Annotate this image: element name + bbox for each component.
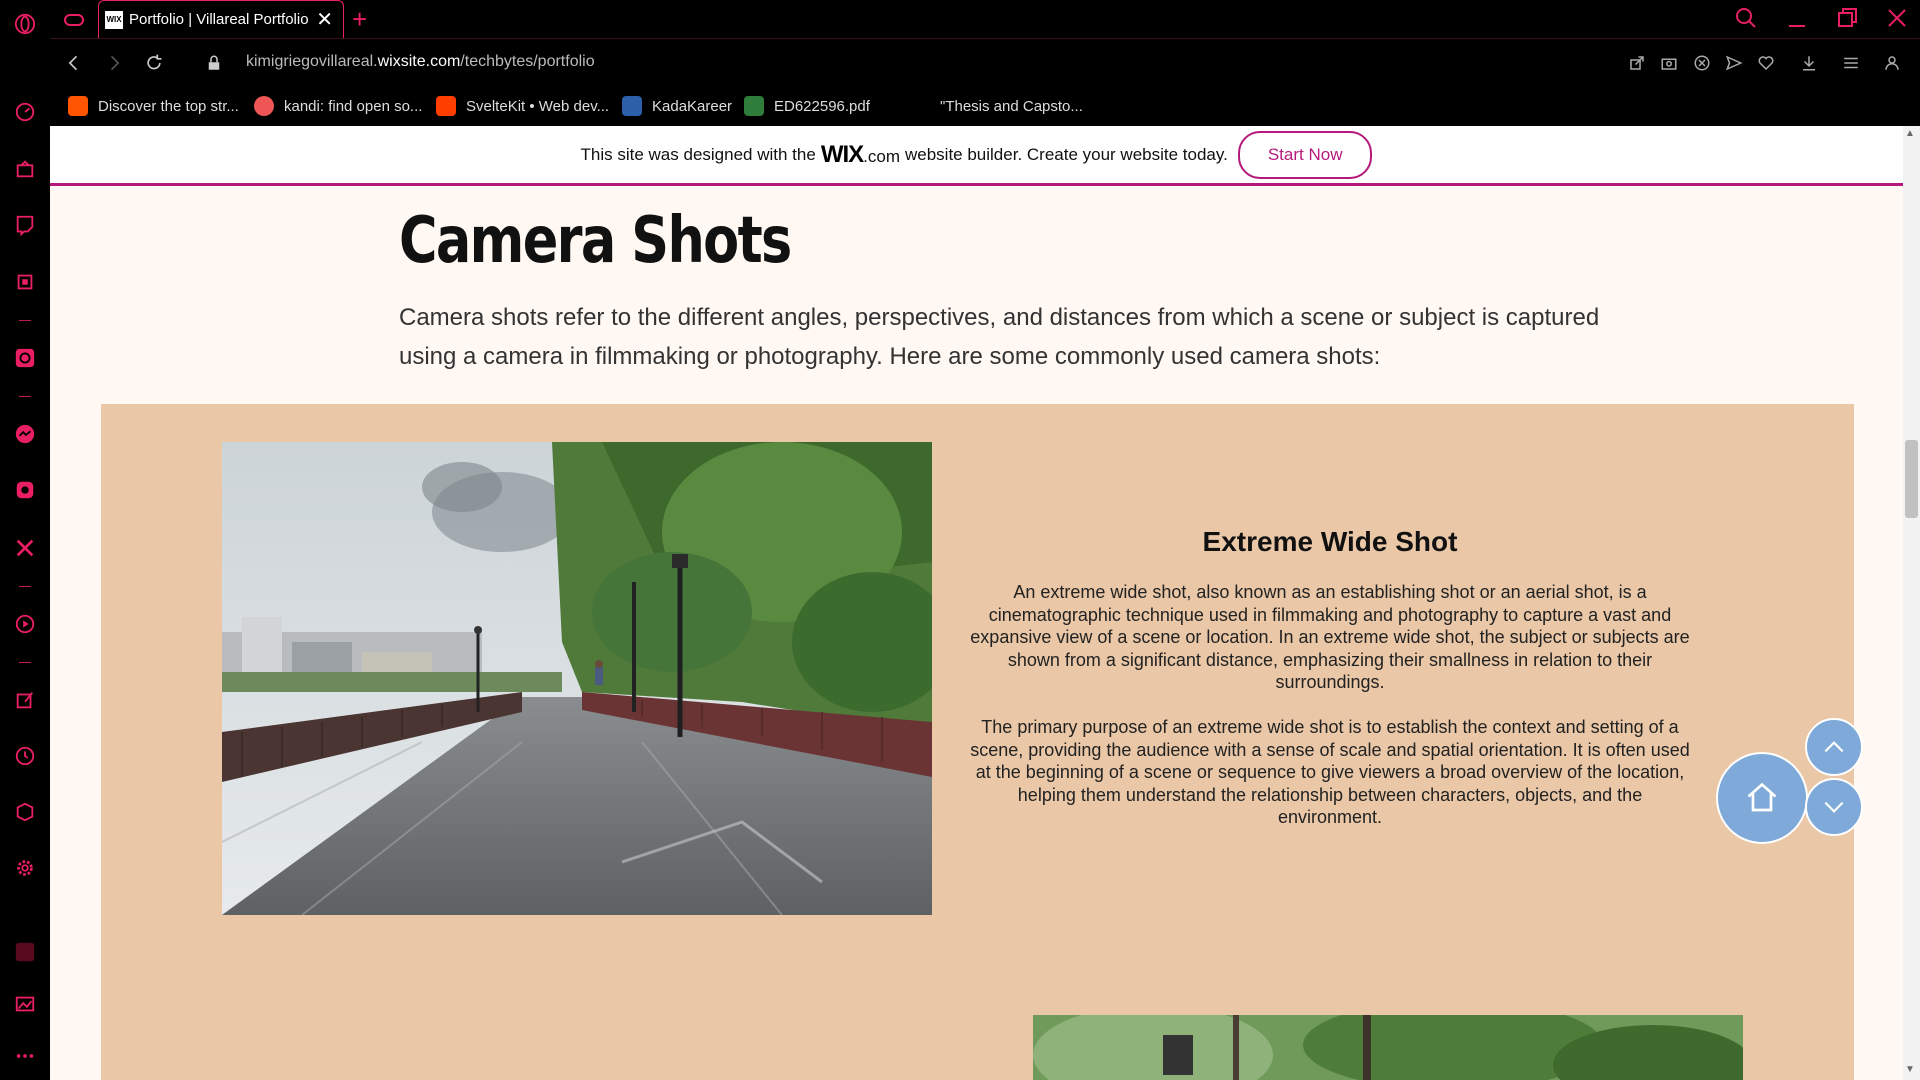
close-window-icon[interactable] — [1885, 6, 1909, 30]
page-viewport: This site was designed with the WIX.com … — [50, 126, 1903, 1080]
scroll-down-arrow-icon[interactable]: ▼ — [1905, 1064, 1915, 1075]
pinboard-icon[interactable] — [13, 688, 37, 712]
restore-icon[interactable] — [1835, 6, 1859, 30]
url-field[interactable]: kimigriegovillareal.wixsite.com/techbyte… — [246, 53, 595, 71]
search-icon[interactable] — [1734, 6, 1758, 30]
gallery-icon[interactable] — [13, 992, 37, 1016]
player-icon[interactable] — [13, 612, 37, 636]
heart-icon[interactable] — [1754, 51, 1778, 75]
home-button[interactable] — [1716, 752, 1808, 844]
twitch-icon[interactable] — [13, 213, 37, 237]
blank-icon — [910, 96, 930, 116]
page-title: Camera Shots — [399, 204, 792, 278]
profile-icon[interactable] — [1880, 51, 1904, 75]
extreme-wide-shot-photo — [222, 442, 932, 915]
svelte-icon — [436, 96, 456, 116]
bookmark-item[interactable]: Discover the top str... — [68, 96, 239, 116]
tab-title: Portfolio | Villareal Portfolio — [129, 11, 309, 28]
x-twitter-icon[interactable] — [13, 536, 37, 560]
lock-icon[interactable] — [202, 51, 226, 75]
bookmark-item[interactable]: kandi: find open so... — [254, 96, 422, 116]
kandi-icon — [254, 96, 274, 116]
chevron-down-icon — [1824, 801, 1844, 813]
scrollbar-thumb[interactable] — [1905, 440, 1918, 518]
share-icon[interactable] — [1625, 51, 1649, 75]
bookmark-item[interactable]: SvelteKit • Web dev... — [436, 96, 609, 116]
gamepad-icon[interactable] — [62, 8, 86, 32]
history-icon[interactable] — [13, 744, 37, 768]
instagram-icon[interactable] — [13, 478, 37, 502]
wix-logo: WIX.com — [820, 140, 900, 168]
extensions-icon[interactable] — [13, 800, 37, 824]
easy-setup-icon[interactable] — [1839, 51, 1863, 75]
shot-title: Extreme Wide Shot — [1202, 526, 1458, 557]
gx-corner-icon[interactable] — [13, 157, 37, 181]
reload-icon[interactable] — [142, 51, 166, 75]
opera-logo-icon[interactable] — [13, 12, 37, 36]
wix-favicon-icon: WIX — [105, 10, 123, 29]
bookmark-item[interactable]: ED622596.pdf — [744, 96, 870, 116]
bookmark-item[interactable]: "Thesis and Capsto... — [910, 96, 1083, 116]
send-icon[interactable] — [1722, 51, 1746, 75]
shot-paragraph-1: An extreme wide shot, also known as an e… — [970, 582, 1690, 692]
start-now-button[interactable]: Start Now — [1237, 130, 1373, 179]
download-icon[interactable] — [1797, 51, 1821, 75]
workspace-icon[interactable] — [13, 940, 37, 964]
adblock-icon[interactable] — [1690, 51, 1714, 75]
chatgpt-icon[interactable] — [13, 346, 37, 370]
close-tab-icon[interactable]: ✕ — [316, 7, 333, 32]
banner-text: This site was designed with the — [580, 144, 816, 164]
minimize-icon[interactable] — [1785, 6, 1809, 30]
scroll-up-arrow-icon[interactable]: ▲ — [1905, 128, 1915, 139]
wix-banner: This site was designed with the WIX.com … — [50, 126, 1903, 186]
kadakareer-icon — [622, 96, 642, 116]
bookmark-item[interactable]: KadaKareer — [622, 96, 732, 116]
intro-paragraph: Camera shots refer to the different angl… — [399, 304, 1600, 370]
chevron-up-icon — [1824, 741, 1844, 753]
active-tab[interactable]: WIX Portfolio | Villareal Portfolio ✕ — [98, 0, 344, 38]
scroll-up-button[interactable] — [1805, 718, 1863, 776]
browser-sidebar — [0, 0, 50, 1080]
address-bar: kimigriegovillareal.wixsite.com/techbyte… — [50, 38, 1920, 89]
tab-bar: WIX Portfolio | Villareal Portfolio ✕ + — [50, 0, 1920, 38]
speed-dial-icon[interactable] — [13, 100, 37, 124]
banner-text-after: website builder. Create your website tod… — [904, 144, 1228, 164]
page-scrollbar[interactable]: ▲ ▼ — [1903, 126, 1920, 1080]
home-icon — [1747, 782, 1777, 812]
bookmarks-bar: Discover the top str... kandi: find open… — [50, 88, 1920, 126]
messenger-icon[interactable] — [13, 422, 37, 446]
shot-paragraph-2: The primary purpose of an extreme wide s… — [970, 717, 1690, 827]
more-menu-icon[interactable] — [13, 1044, 37, 1068]
soundcloud-icon — [68, 96, 88, 116]
camera-icon[interactable] — [1657, 51, 1681, 75]
forward-icon[interactable] — [102, 51, 126, 75]
settings-gear-icon[interactable] — [13, 856, 37, 880]
pdf-icon — [744, 96, 764, 116]
scroll-down-button[interactable] — [1805, 778, 1863, 836]
hardware-limiter-icon[interactable] — [13, 270, 37, 294]
second-shot-photo — [1033, 1015, 1743, 1080]
new-tab-icon[interactable]: + — [352, 4, 367, 35]
back-icon[interactable] — [62, 51, 86, 75]
